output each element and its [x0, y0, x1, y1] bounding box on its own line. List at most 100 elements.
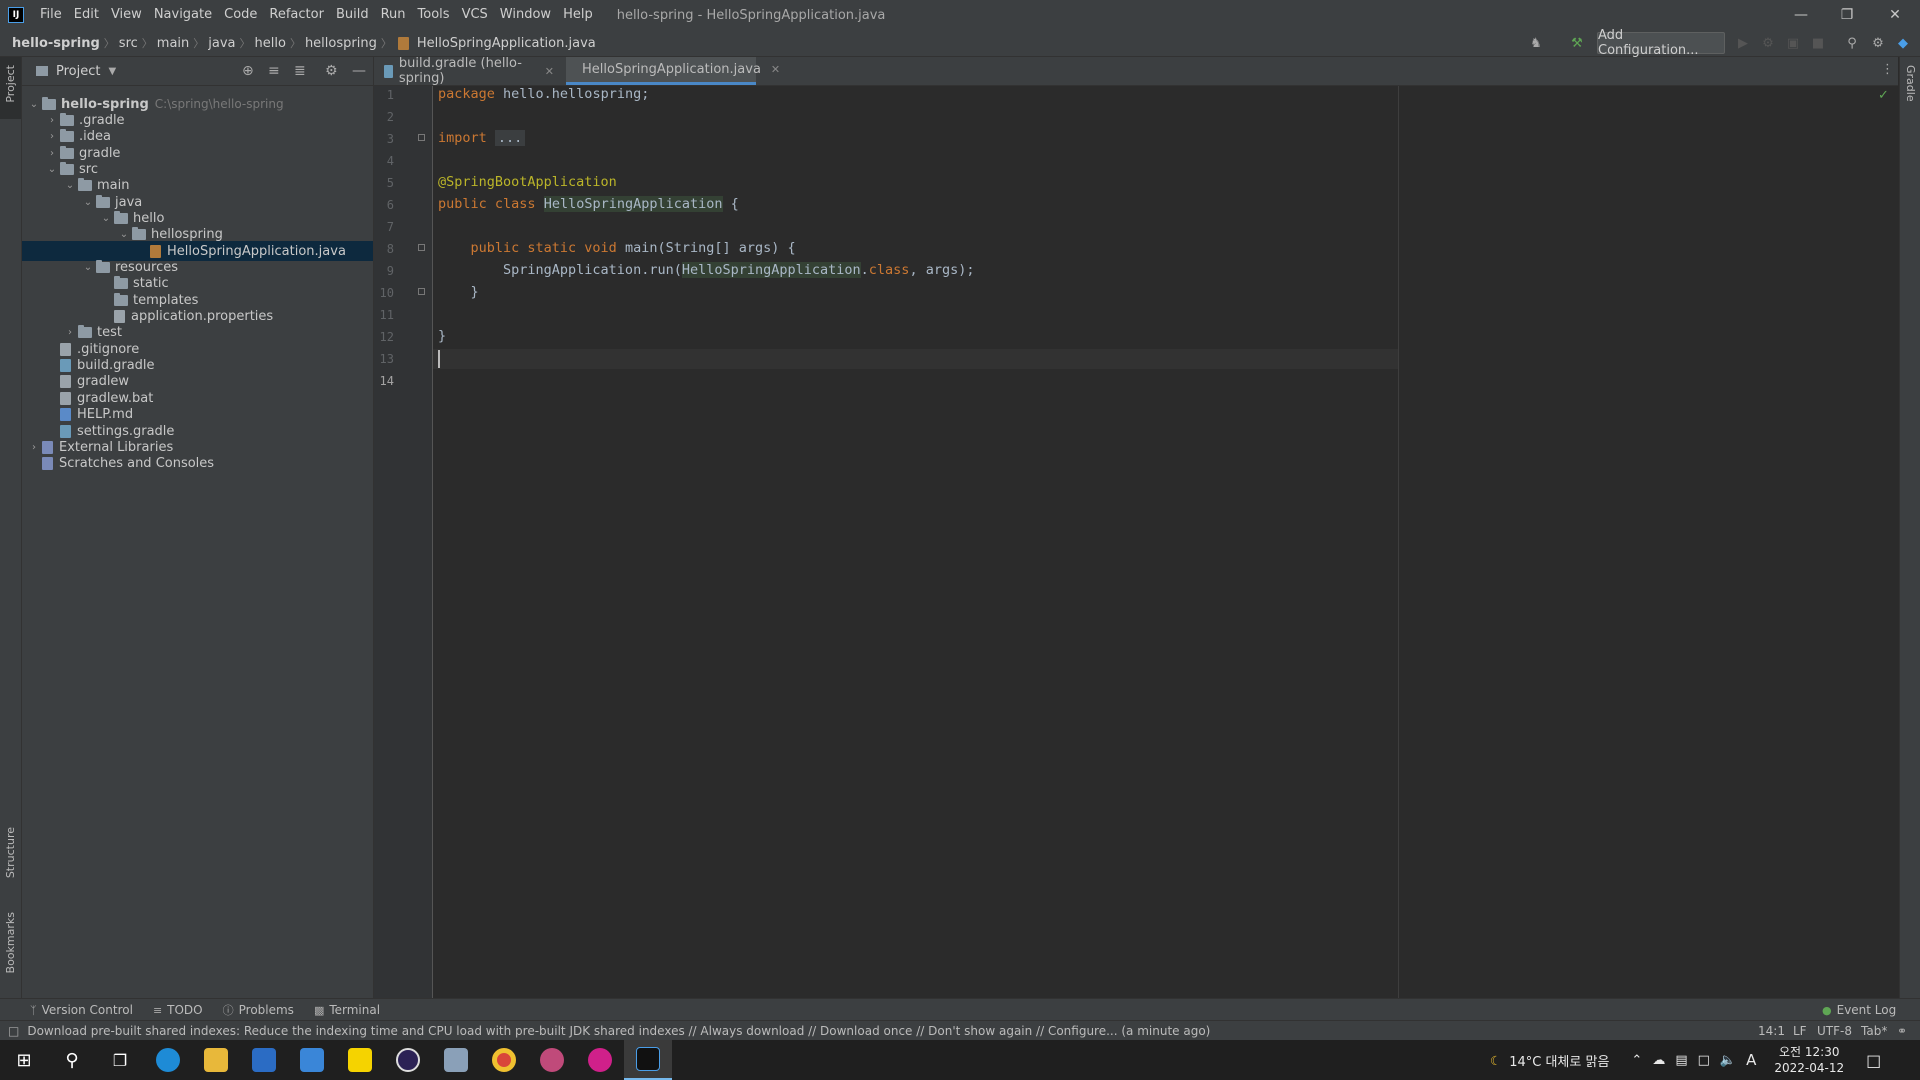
- minimize-icon[interactable]: —: [1778, 0, 1824, 30]
- chevron-right-icon[interactable]: ›: [44, 131, 60, 142]
- menu-build[interactable]: Build: [330, 0, 375, 30]
- chevron-down-icon[interactable]: ⌄: [80, 262, 96, 273]
- mail-icon[interactable]: [288, 1040, 336, 1080]
- locate-file-icon[interactable]: ⊕: [242, 63, 254, 79]
- run-icon[interactable]: ▶: [1734, 34, 1752, 52]
- bookmarks-tool-button[interactable]: Bookmarks: [4, 912, 17, 973]
- coverage-icon[interactable]: ▣: [1784, 34, 1802, 52]
- chevron-down-icon[interactable]: ⌄: [80, 197, 96, 208]
- windows-start-icon[interactable]: ⊞: [0, 1040, 48, 1080]
- tree-item-scratches-and-consoles[interactable]: Scratches and Consoles: [22, 454, 373, 474]
- menu-vcs[interactable]: VCS: [456, 0, 494, 30]
- menu-view[interactable]: View: [105, 0, 148, 30]
- close-tab-icon[interactable]: ✕: [545, 65, 554, 78]
- chevron-down-icon[interactable]: ▼: [108, 66, 116, 77]
- project-view-selector[interactable]: Project: [56, 64, 100, 79]
- breadcrumb-item[interactable]: hello: [251, 36, 290, 51]
- chevron-right-icon[interactable]: ›: [44, 148, 60, 159]
- menu-window[interactable]: Window: [494, 0, 557, 30]
- menu-edit[interactable]: Edit: [68, 0, 105, 30]
- status-notification-icon[interactable]: □: [8, 1024, 19, 1038]
- weather-text[interactable]: 14°C 대체로 맑음: [1509, 1051, 1609, 1070]
- intellij-taskbar-icon[interactable]: [624, 1040, 672, 1080]
- tab-hello-spring-application[interactable]: HelloSpringApplication.java ✕: [566, 57, 780, 85]
- notification-center-icon[interactable]: □: [1866, 1051, 1881, 1070]
- chevron-right-icon[interactable]: ›: [62, 327, 78, 338]
- no-problems-check-icon[interactable]: ✓: [1878, 88, 1889, 103]
- menu-run[interactable]: Run: [375, 0, 412, 30]
- file-encoding[interactable]: UTF-8: [1817, 1024, 1852, 1038]
- lock-icon[interactable]: ⚭: [1897, 1024, 1907, 1038]
- user-icon[interactable]: ♞: [1527, 34, 1545, 52]
- debug-icon[interactable]: ⚙: [1759, 34, 1777, 52]
- todo-tool-button[interactable]: ≡ TODO: [153, 1003, 203, 1017]
- collapse-all-icon[interactable]: ≣: [294, 63, 306, 79]
- expand-all-icon[interactable]: ≡: [268, 63, 280, 79]
- breadcrumb-item[interactable]: main: [153, 36, 193, 51]
- chevron-down-icon[interactable]: ⌄: [62, 180, 78, 191]
- chevron-down-icon[interactable]: ⌄: [98, 213, 114, 224]
- add-configuration-button[interactable]: Add Configuration...: [1597, 28, 1725, 58]
- indent-setting[interactable]: Tab*: [1861, 1024, 1887, 1038]
- file-explorer-icon[interactable]: [192, 1040, 240, 1080]
- caret-position[interactable]: 14:1: [1758, 1024, 1785, 1038]
- jetbrains-toolbox-icon[interactable]: ◆: [1894, 34, 1912, 52]
- menu-tools[interactable]: Tools: [412, 0, 456, 30]
- structure-tool-button[interactable]: Structure: [4, 827, 17, 878]
- search-icon[interactable]: ⚲: [1843, 34, 1861, 52]
- panel-options-gear-icon[interactable]: ⚙: [325, 63, 338, 79]
- folded-imports[interactable]: ...: [494, 130, 526, 146]
- cloud-icon[interactable]: ☁: [1652, 1053, 1665, 1068]
- music-app-icon[interactable]: [576, 1040, 624, 1080]
- close-tab-icon[interactable]: ✕: [771, 63, 780, 76]
- edge-browser-icon[interactable]: [144, 1040, 192, 1080]
- tab-build-gradle[interactable]: build.gradle (hello-spring) ✕: [374, 56, 564, 86]
- menu-help[interactable]: Help: [557, 0, 599, 30]
- task-view-icon[interactable]: ❐: [96, 1040, 144, 1080]
- chevron-right-icon[interactable]: ›: [44, 115, 60, 126]
- snipping-tool-icon[interactable]: [528, 1040, 576, 1080]
- chevron-right-icon[interactable]: ›: [26, 442, 42, 453]
- chevron-down-icon[interactable]: ⌄: [116, 229, 132, 240]
- breadcrumb-item[interactable]: hellospring: [301, 36, 381, 51]
- build-hammer-icon[interactable]: ⚒: [1568, 34, 1586, 52]
- tray-expand-icon[interactable]: ⌃: [1631, 1053, 1642, 1068]
- chevron-down-icon[interactable]: ⌄: [26, 99, 42, 110]
- store-icon[interactable]: [240, 1040, 288, 1080]
- version-control-tool-button[interactable]: ᛉ Version Control: [30, 1003, 133, 1017]
- close-icon[interactable]: ✕: [1872, 0, 1918, 30]
- line-separator[interactable]: LF: [1793, 1024, 1807, 1038]
- search-icon[interactable]: ⚲: [48, 1040, 96, 1080]
- hide-panel-icon[interactable]: —: [352, 63, 366, 79]
- code-editor[interactable]: package hello.hellospring; import ... @S…: [433, 86, 1898, 998]
- feather-app-icon[interactable]: [432, 1040, 480, 1080]
- project-tool-button[interactable]: Project: [4, 65, 17, 103]
- eclipse-icon[interactable]: [384, 1040, 432, 1080]
- fold-end-icon[interactable]: [418, 288, 425, 295]
- breadcrumb-item[interactable]: java: [204, 36, 239, 51]
- volume-icon[interactable]: 🔈: [1720, 1053, 1736, 1068]
- network-icon[interactable]: ▤: [1675, 1053, 1687, 1068]
- breadcrumb-item[interactable]: src: [115, 36, 142, 51]
- chrome-icon[interactable]: [480, 1040, 528, 1080]
- stop-icon[interactable]: ■: [1809, 34, 1827, 52]
- fold-imports-icon[interactable]: [418, 134, 425, 141]
- kakaotalk-icon[interactable]: [336, 1040, 384, 1080]
- ime-indicator[interactable]: A: [1746, 1051, 1756, 1069]
- breadcrumb-item[interactable]: hello-spring: [8, 36, 104, 51]
- breadcrumb-item[interactable]: HelloSpringApplication.java: [413, 36, 600, 51]
- menu-code[interactable]: Code: [218, 0, 263, 30]
- settings-gear-icon[interactable]: ⚙: [1869, 34, 1887, 52]
- status-message[interactable]: Download pre-built shared indexes: Reduc…: [27, 1024, 1210, 1038]
- restore-icon[interactable]: ❐: [1824, 0, 1870, 30]
- display-icon[interactable]: □: [1698, 1053, 1710, 1068]
- problems-tool-button[interactable]: ⓘ Problems: [223, 1002, 294, 1018]
- terminal-tool-button[interactable]: ▩ Terminal: [314, 1003, 380, 1017]
- event-log-tool-button[interactable]: ● Event Log: [1822, 1003, 1896, 1017]
- more-options-icon[interactable]: ⋮: [1881, 62, 1894, 77]
- menu-refactor[interactable]: Refactor: [263, 0, 330, 30]
- fold-method-icon[interactable]: [418, 244, 425, 251]
- chevron-down-icon[interactable]: ⌄: [44, 164, 60, 175]
- intellij-logo-icon[interactable]: IJ: [8, 7, 24, 23]
- menu-file[interactable]: File: [34, 0, 68, 30]
